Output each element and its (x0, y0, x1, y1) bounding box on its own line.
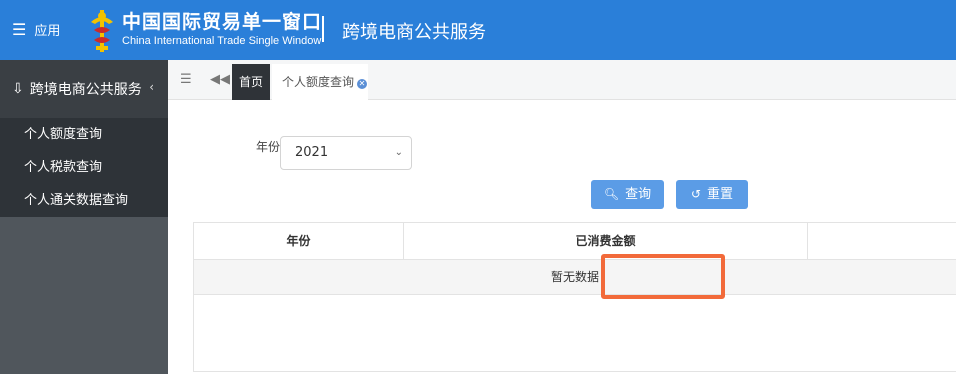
sidebar-title: 跨境电商公共服务 (29, 82, 142, 98)
tab-bar: ☰ ◀◀ 首页 个人额度查询 ✕ (168, 60, 956, 100)
customs-emblem-icon (91, 10, 113, 52)
table-header: 年份 已消费金额 (194, 223, 956, 260)
search-icon: 🔍︎ (603, 187, 620, 201)
sidebar-menu: 个人额度查询 个人税款查询 个人通关数据查询 (0, 118, 168, 217)
reset-button[interactable]: ↺ 重置 (676, 180, 748, 209)
table-row: 暂无数据 (194, 260, 956, 295)
top-header: ☰ 应用 中国国际贸易单一窗口 China International Trad… (0, 0, 956, 60)
tab-quota-query[interactable]: 个人额度查询 ✕ (272, 64, 368, 100)
rewind-icon[interactable]: ◀◀ (210, 72, 230, 87)
brand: 中国国际贸易单一窗口 China International Trade Sin… (122, 10, 322, 48)
sidebar: ⇩ 跨境电商公共服务 ‹ 个人额度查询 个人税款查询 个人通关数据查询 (0, 60, 168, 374)
menu-icon: ☰ (12, 19, 27, 39)
sidebar-item-clearance-query[interactable]: 个人通关数据查询 (0, 184, 168, 217)
app-menu-button[interactable]: ☰ 应用 (12, 20, 60, 39)
tab-label: 个人额度查询 (282, 75, 355, 89)
year-select[interactable]: 2021 ⌄ (280, 136, 412, 170)
sidebar-header[interactable]: ⇩ 跨境电商公共服务 ‹ (0, 60, 168, 118)
sidebar-head-icon: ⇩ (12, 81, 24, 97)
header-divider (322, 16, 324, 42)
chevron-left-icon[interactable]: ‹ (149, 80, 154, 94)
tab-home[interactable]: 首页 (232, 64, 270, 100)
chevron-down-icon: ⌄ (394, 147, 403, 158)
search-button[interactable]: 🔍︎ 查询 (591, 180, 664, 209)
service-title: 跨境电商公共服务 (342, 22, 486, 43)
data-table: 年份 已消费金额 暂无数据 (193, 222, 956, 372)
sidebar-item-tax-query[interactable]: 个人税款查询 (0, 151, 168, 184)
year-select-value: 2021 (295, 145, 329, 160)
column-header-extra (808, 223, 956, 260)
reset-icon: ↺ (690, 187, 702, 201)
column-header-year[interactable]: 年份 (194, 223, 404, 260)
highlight-box (601, 254, 725, 299)
close-icon[interactable]: ✕ (357, 79, 368, 89)
search-button-label: 查询 (625, 187, 652, 202)
sidebar-item-quota-query[interactable]: 个人额度查询 (0, 118, 168, 151)
app-menu-label: 应用 (34, 24, 61, 39)
brand-chinese: 中国国际贸易单一窗口 (122, 11, 323, 33)
brand-english: China International Trade Single Window (122, 35, 322, 47)
menu-icon[interactable]: ☰ (180, 72, 192, 87)
empty-state-text: 暂无数据 (550, 270, 599, 284)
reset-button-label: 重置 (707, 187, 734, 202)
year-label: 年份 (256, 140, 281, 154)
